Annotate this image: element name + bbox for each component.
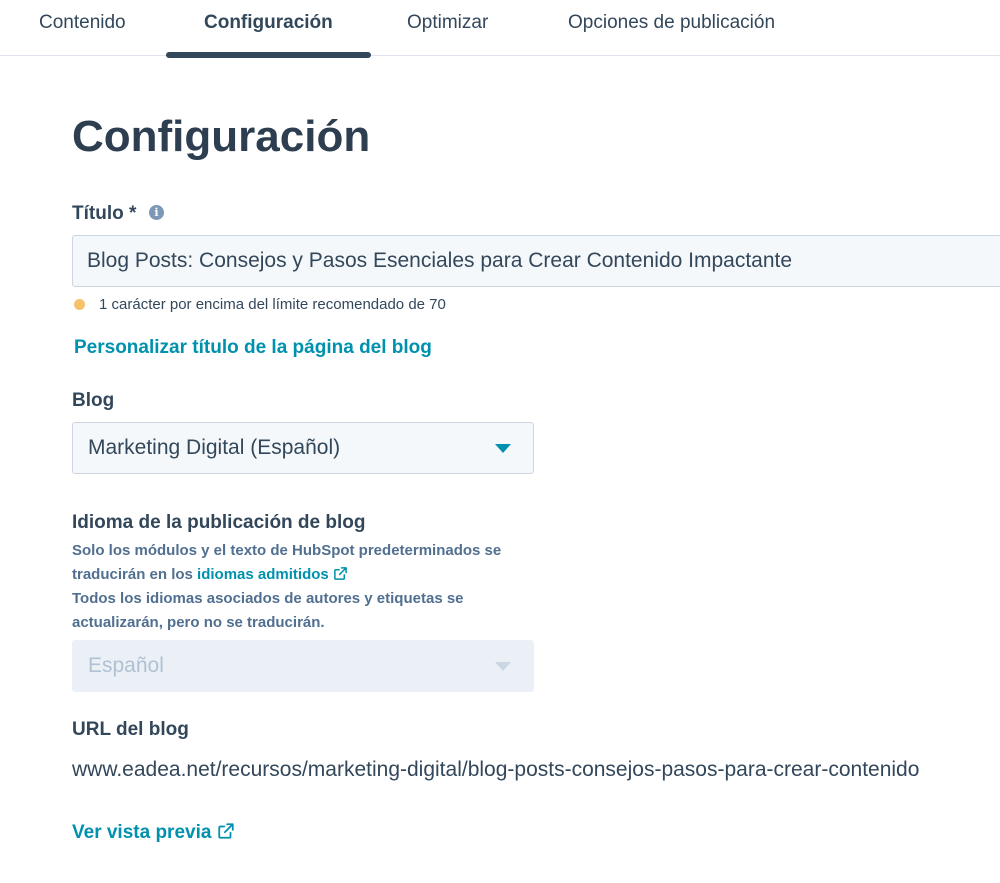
- language-help-text: Solo los módulos y el texto de HubSpot p…: [72, 539, 542, 635]
- blog-url: www.eadea.net/recursos/marketing-digital…: [72, 758, 920, 781]
- tab-optimizar[interactable]: Optimizar: [407, 12, 488, 34]
- tab-contenido[interactable]: Contenido: [39, 12, 126, 34]
- warning-text: 1 carácter por encima del límite recomen…: [99, 295, 446, 313]
- blog-field-label: Blog: [72, 390, 115, 411]
- chevron-down-icon: [495, 444, 511, 453]
- language-help-part2: Todos los idiomas asociados de autores y…: [72, 590, 464, 631]
- title-field-label: Título *: [72, 203, 137, 224]
- info-icon[interactable]: i: [149, 205, 164, 220]
- external-link-icon: [218, 823, 234, 839]
- tab-configuracion[interactable]: Configuración: [204, 12, 333, 34]
- title-warning: 1 carácter por encima del límite recomen…: [72, 294, 446, 314]
- tab-opciones-publicacion[interactable]: Opciones de publicación: [568, 12, 775, 34]
- url-field-label: URL del blog: [72, 719, 189, 740]
- blog-select[interactable]: Marketing Digital (Español): [72, 422, 534, 474]
- warning-dot-icon: [74, 298, 85, 310]
- title-input[interactable]: [72, 235, 1000, 287]
- preview-link[interactable]: Ver vista previa: [72, 822, 235, 844]
- customize-title-link[interactable]: Personalizar título de la página del blo…: [74, 337, 432, 359]
- preview-link-label: Ver vista previa: [72, 822, 212, 843]
- supported-languages-link-label: idiomas admitidos: [197, 566, 329, 583]
- active-tab-indicator: [166, 52, 371, 58]
- supported-languages-link[interactable]: idiomas admitidos: [197, 566, 348, 583]
- language-select[interactable]: Español: [72, 640, 534, 692]
- tab-bar: Contenido Configuración Optimizar Opcion…: [0, 0, 1000, 58]
- external-link-icon: [334, 567, 347, 580]
- chevron-down-icon: [495, 662, 511, 671]
- page-title: Configuración: [72, 112, 371, 161]
- blog-select-value: Marketing Digital (Español): [88, 436, 341, 459]
- language-field-label: Idioma de la publicación de blog: [72, 512, 366, 533]
- language-select-value: Español: [88, 654, 164, 677]
